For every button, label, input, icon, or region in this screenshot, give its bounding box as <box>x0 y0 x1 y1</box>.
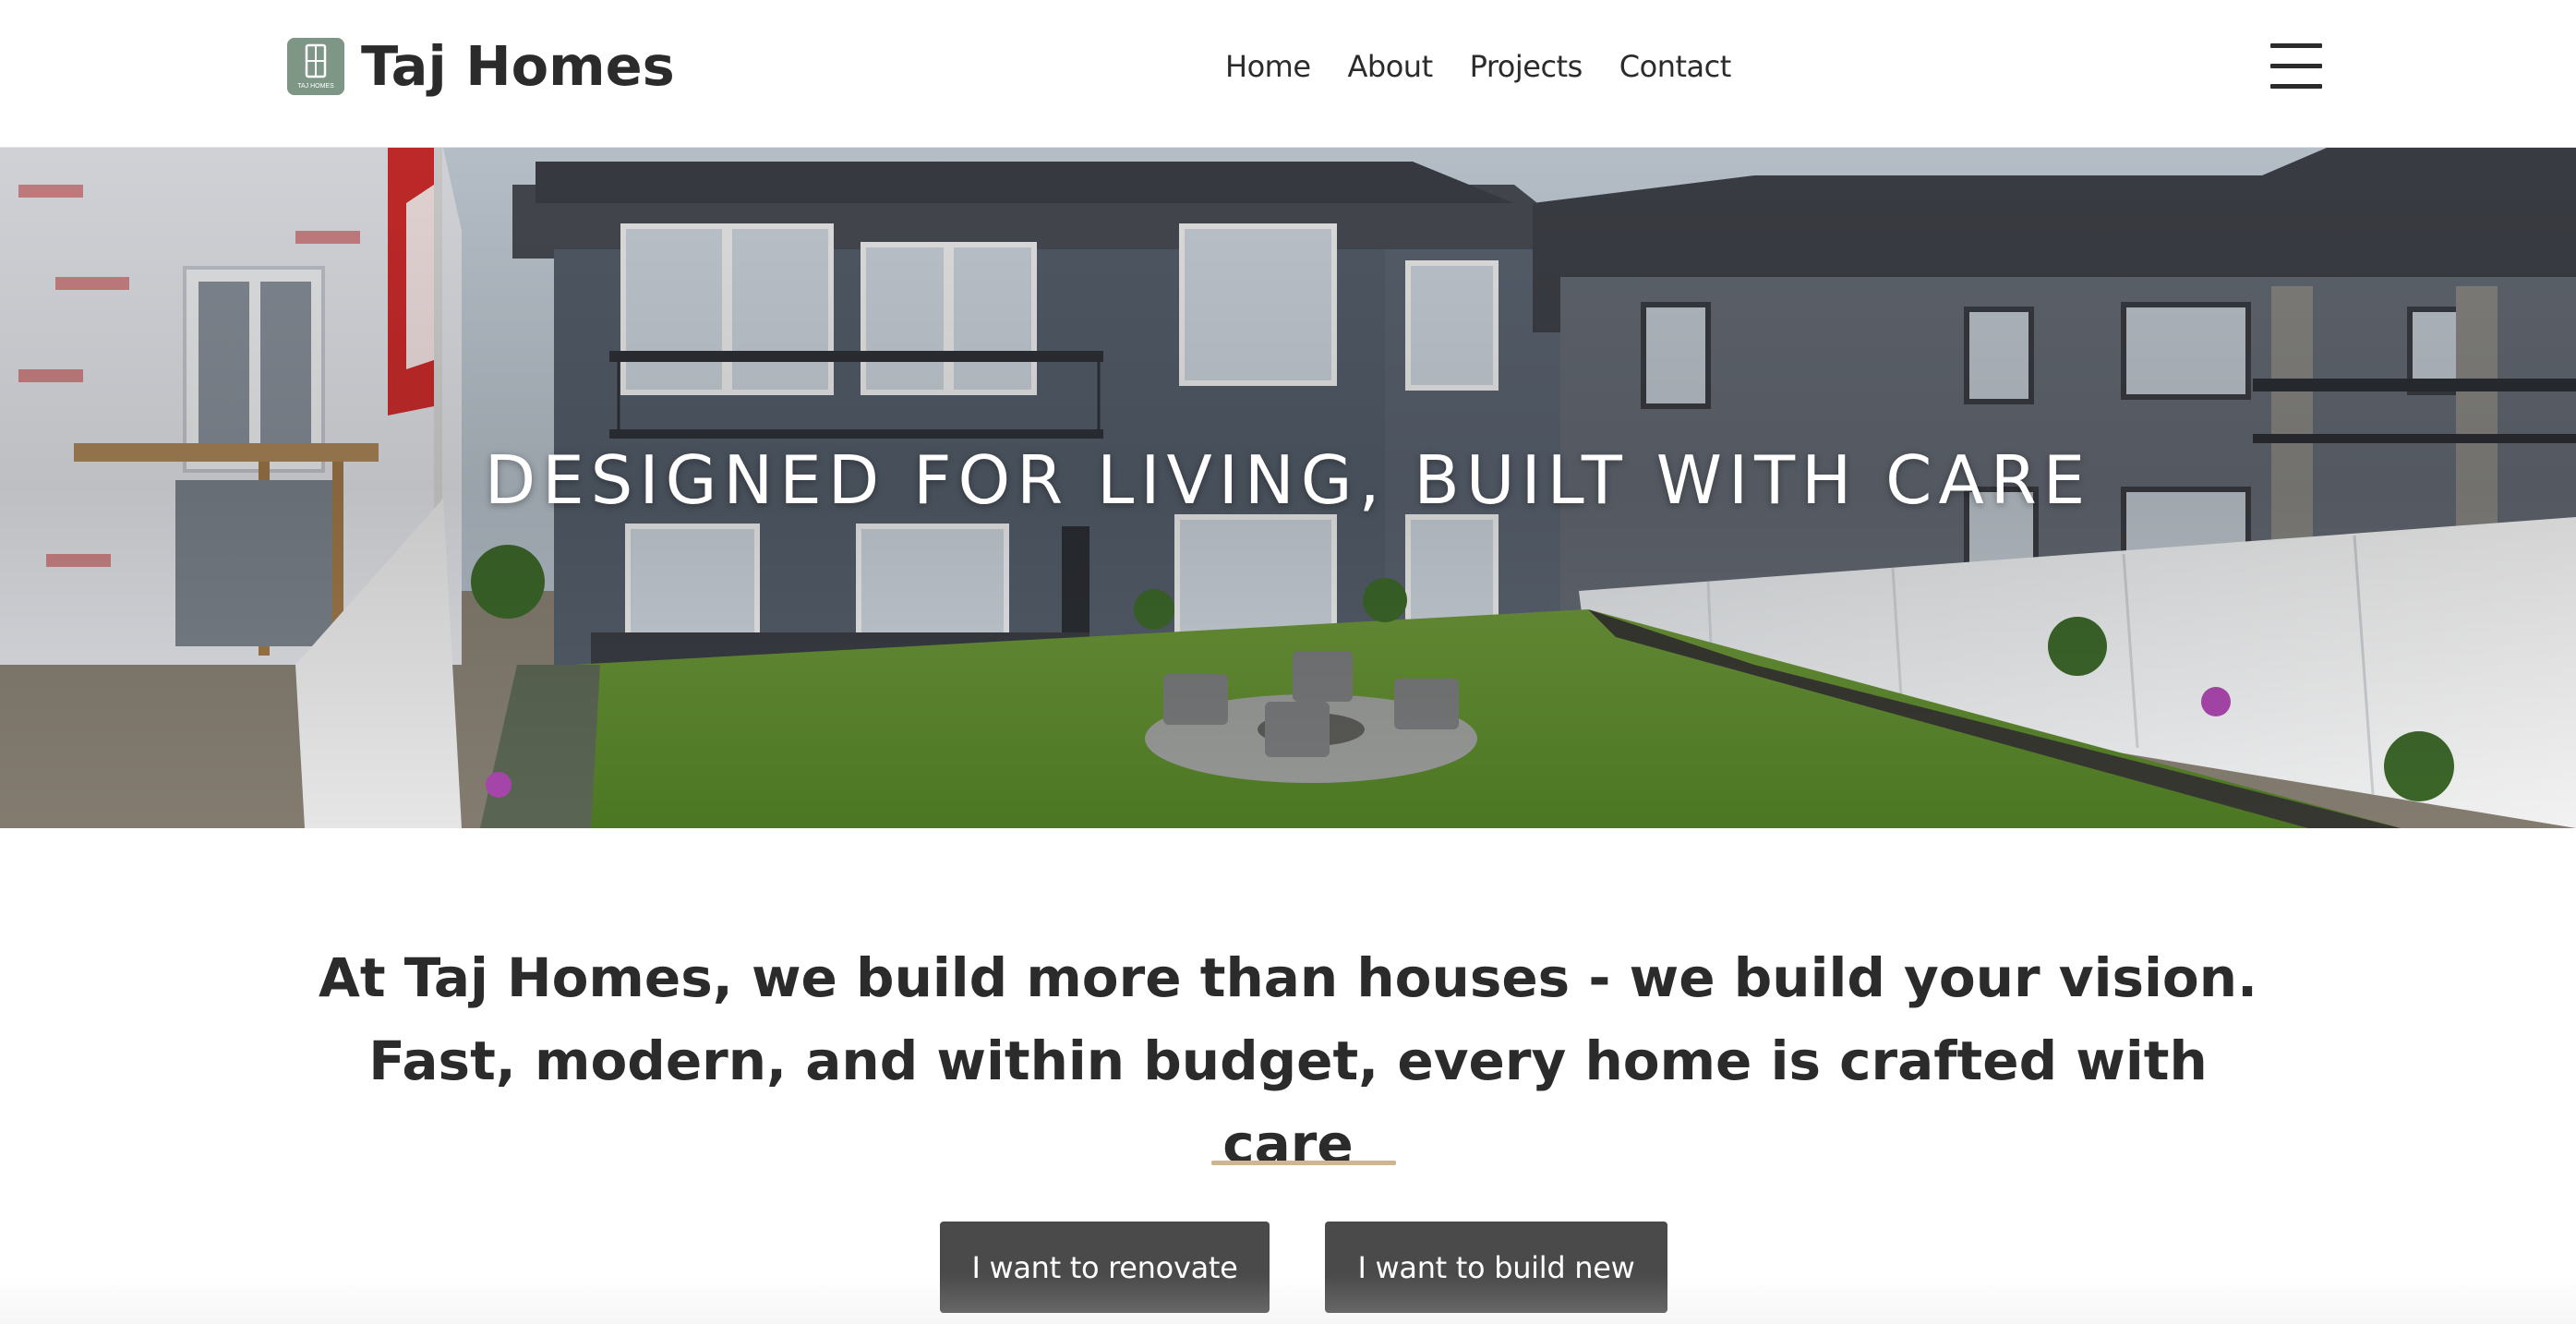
nav-home-link[interactable]: Home <box>1225 44 1311 89</box>
nav-about-link[interactable]: About <box>1348 44 1434 89</box>
accent-divider <box>1211 1161 1396 1165</box>
brand-name: Taj Homes <box>361 34 675 98</box>
main-nav: Home About Projects Contact <box>1225 44 1768 89</box>
hamburger-line <box>2270 43 2322 48</box>
site-header: TAJ HOMES Taj Homes Home About Projects … <box>0 0 2576 148</box>
hamburger-menu-icon[interactable] <box>2270 41 2322 92</box>
nav-projects-link[interactable]: Projects <box>1470 44 1583 89</box>
bottom-fade <box>0 1274 2576 1324</box>
brand-link[interactable]: TAJ HOMES Taj Homes <box>287 38 675 95</box>
hero-title: DESIGNED FOR LIVING, BUILT WITH CARE <box>484 441 2092 519</box>
logo-text: TAJ HOMES <box>297 83 334 90</box>
hamburger-line <box>2270 84 2322 89</box>
hero-banner: DESIGNED FOR LIVING, BUILT WITH CARE <box>0 148 2576 828</box>
taj-homes-logo-icon: TAJ HOMES <box>287 38 344 95</box>
hamburger-line <box>2270 64 2322 68</box>
renovate-button[interactable]: I want to renovate <box>940 1222 1270 1313</box>
intro-statement: At Taj Homes, we build more than houses … <box>318 946 2258 1175</box>
build-new-button[interactable]: I want to build new <box>1325 1222 1667 1313</box>
nav-contact-link[interactable]: Contact <box>1619 44 1732 89</box>
